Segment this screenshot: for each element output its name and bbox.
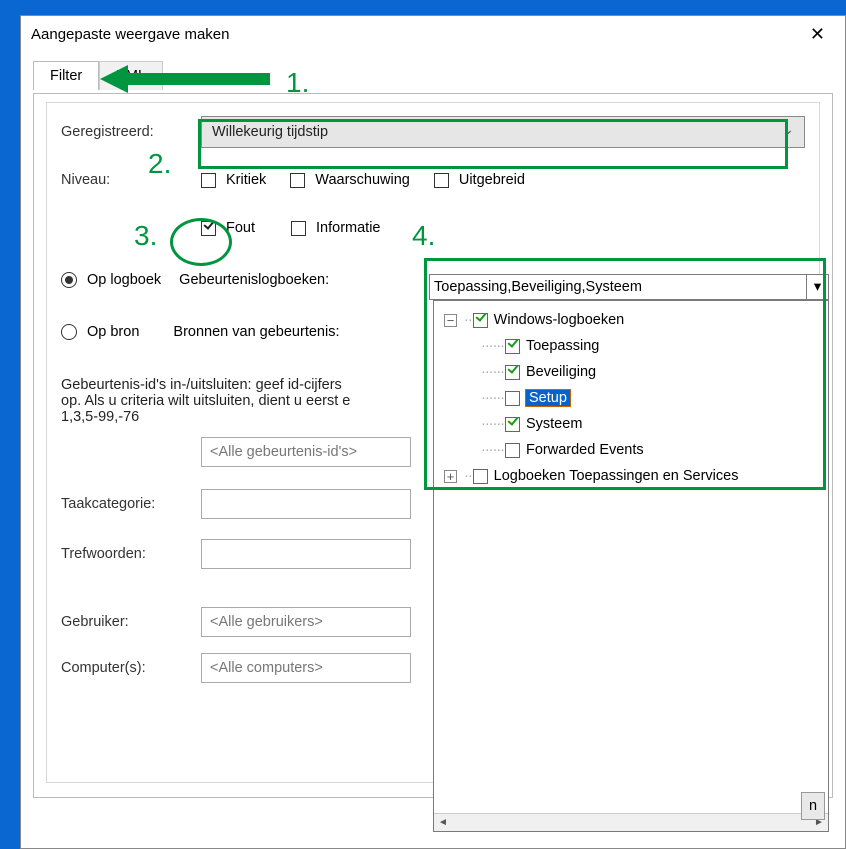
tab-filter[interactable]: Filter xyxy=(33,61,99,90)
checkbox-icon xyxy=(201,221,216,236)
level-critical-label: Kritiek xyxy=(226,172,266,188)
tree-checkbox[interactable] xyxy=(473,313,488,328)
tree-node-forwarded[interactable]: ······ Forwarded Events xyxy=(480,437,824,463)
tree-checkbox[interactable] xyxy=(505,443,520,458)
radio-by-source[interactable]: Op bron xyxy=(61,324,139,340)
label-user: Gebruiker: xyxy=(61,614,201,630)
eventlogs-combo[interactable]: Toepassing,Beveiliging,Systeem ▾ xyxy=(429,274,829,300)
annotation-number-2: 2. xyxy=(148,148,171,180)
dialog-title: Aangepaste weergave maken xyxy=(31,26,229,43)
footer-button[interactable]: n xyxy=(801,792,825,820)
annotation-number-1: 1. xyxy=(286,67,309,99)
tree-node-security[interactable]: ······ Beveiliging xyxy=(480,359,824,385)
label-keywords: Trefwoorden: xyxy=(61,546,201,562)
annotation-arrow xyxy=(100,62,270,96)
tree-dots: ······ xyxy=(481,338,504,354)
close-icon[interactable]: ✕ xyxy=(800,20,835,49)
user-placeholder: <Alle gebruikers> xyxy=(210,614,323,630)
checkbox-warning[interactable]: Waarschuwing xyxy=(290,172,410,188)
tree-dots: ·· xyxy=(464,312,472,328)
radio-bylog-label: Op logboek xyxy=(87,272,161,288)
titlebar: Aangepaste weergave maken ✕ xyxy=(21,16,845,52)
keywords-combo[interactable] xyxy=(201,539,411,569)
tree-label: Beveiliging xyxy=(526,364,596,380)
checkbox-icon xyxy=(291,221,306,236)
checkbox-verbose[interactable]: Uitgebreid xyxy=(434,172,525,188)
tree-label: Systeem xyxy=(526,416,582,432)
tree-checkbox[interactable] xyxy=(505,391,520,406)
tree-node-application[interactable]: ······ Toepassing xyxy=(480,333,824,359)
ids-placeholder: <Alle gebeurtenis-id's> xyxy=(210,444,357,460)
tree-checkbox[interactable] xyxy=(505,339,520,354)
level-error-label: Fout xyxy=(226,220,255,236)
tree-checkbox[interactable] xyxy=(505,417,520,432)
tree-label: Toepassing xyxy=(526,338,599,354)
tree-label: Forwarded Events xyxy=(526,442,644,458)
annotation-number-3: 3. xyxy=(134,220,157,252)
tree-label: Logboeken Toepassingen en Services xyxy=(494,468,739,484)
label-level: Niveau: xyxy=(61,172,201,188)
tree-dots: ······ xyxy=(481,364,504,380)
eventlogs-value: Toepassing,Beveiliging,Systeem xyxy=(434,279,642,295)
taskcat-combo[interactable] xyxy=(201,489,411,519)
label-taskcat: Taakcategorie: xyxy=(61,496,201,512)
radio-bysource-label: Op bron xyxy=(87,324,139,340)
tree-label: Setup xyxy=(526,390,570,406)
checkbox-critical[interactable]: Kritiek xyxy=(201,172,266,188)
dialog-window: Aangepaste weergave maken ✕ Filter XML G… xyxy=(20,15,846,849)
annotation-number-4: 4. xyxy=(412,220,435,252)
tree-checkbox[interactable] xyxy=(473,469,488,484)
tree-node-windows-logs[interactable]: − ·· Windows-logboeken xyxy=(444,307,824,333)
level-verbose-label: Uitgebreid xyxy=(459,172,525,188)
checkbox-info[interactable]: Informatie xyxy=(291,220,380,236)
tree-dots: ······ xyxy=(481,390,504,406)
tree-dots: ······ xyxy=(481,416,504,432)
tree-node-setup[interactable]: ······ Setup xyxy=(480,385,824,411)
registered-combo[interactable]: Willekeurig tijdstip xyxy=(201,116,805,148)
scroll-left-icon[interactable]: ◄ xyxy=(434,814,452,831)
chevron-down-icon[interactable]: ▾ xyxy=(806,275,828,299)
label-sources: Bronnen van gebeurtenis: xyxy=(173,324,339,340)
label-eventlogs: Gebeurtenislogboeken: xyxy=(179,272,329,288)
horizontal-scrollbar[interactable]: ◄ ► xyxy=(434,813,828,831)
tree-dots: ······ xyxy=(481,442,504,458)
label-computers: Computer(s): xyxy=(61,660,201,676)
tree-checkbox[interactable] xyxy=(505,365,520,380)
checkbox-icon xyxy=(290,173,305,188)
tree-dots: ·· xyxy=(464,468,472,484)
computers-placeholder: <Alle computers> xyxy=(210,660,323,676)
checkbox-icon xyxy=(201,173,216,188)
registered-value: Willekeurig tijdstip xyxy=(212,124,328,140)
radio-icon xyxy=(61,324,77,340)
event-ids-input[interactable]: <Alle gebeurtenis-id's> xyxy=(201,437,411,467)
radio-by-logbook[interactable]: Op logboek xyxy=(61,272,161,288)
computers-input[interactable]: <Alle computers> xyxy=(201,653,411,683)
tree-node-system[interactable]: ······ Systeem xyxy=(480,411,824,437)
tree-node-app-services[interactable]: + ·· Logboeken Toepassingen en Services xyxy=(444,463,824,489)
tree-label: Windows-logboeken xyxy=(494,312,625,328)
user-input[interactable]: <Alle gebruikers> xyxy=(201,607,411,637)
level-info-label: Informatie xyxy=(316,220,380,236)
eventlogs-tree-popup: − ·· Windows-logboeken ······ Toepassing… xyxy=(433,300,829,832)
expand-icon[interactable]: + xyxy=(444,470,457,483)
label-registered: Geregistreerd: xyxy=(61,124,201,140)
radio-icon xyxy=(61,272,77,288)
checkbox-error[interactable]: Fout xyxy=(201,220,255,236)
checkbox-icon xyxy=(434,173,449,188)
level-warning-label: Waarschuwing xyxy=(315,172,410,188)
collapse-icon[interactable]: − xyxy=(444,314,457,327)
